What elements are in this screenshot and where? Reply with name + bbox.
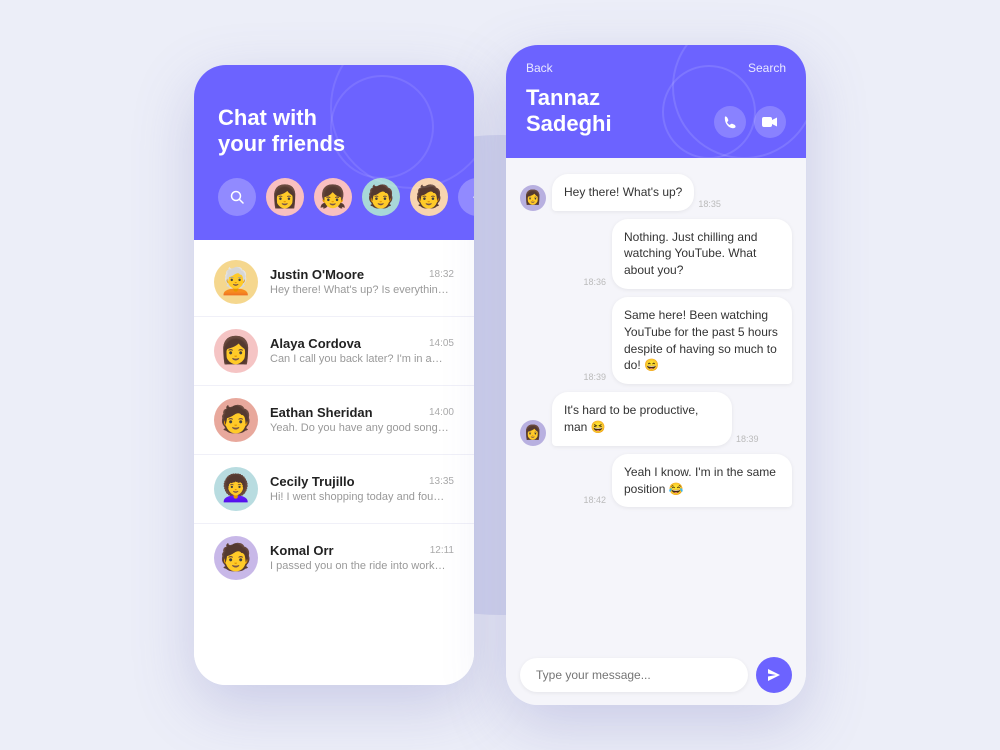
message-row: 18:36 Nothing. Just chilling and watchin… [520,219,792,289]
chat-avatar-eathan: 🧑 [214,398,258,442]
chat-name-row: Eathan Sheridan 14:00 [270,405,454,420]
chat-info-cecily: Cecily Trujillo 13:35 Hi! I went shoppin… [270,474,454,503]
chat-preview: I passed you on the ride into work… [270,560,454,572]
message-row: 18:39 Same here! Been watching YouTube f… [520,297,792,384]
messages-area: 👩 Hey there! What's up? 18:35 18:36 Noth… [506,158,806,645]
msg-avatar: 👩 [520,185,546,211]
message-input[interactable] [520,658,748,692]
message-row: 👩 Hey there! What's up? 18:35 [520,174,792,211]
message-time: 18:36 [583,277,606,287]
chat-name: Komal Orr [270,543,334,558]
message-text: Hey there! What's up? [564,185,682,199]
chat-name: Justin O'Moore [270,267,364,282]
chat-info-komal: Komal Orr 12:11 I passed you on the ride… [270,543,454,572]
chat-preview: Can I call you back later? I'm in a… [270,353,454,365]
phone-call-button[interactable] [714,106,746,138]
chat-item[interactable]: 👩‍🦱 Cecily Trujillo 13:35 Hi! I went sho… [194,455,474,524]
story-avatar-more[interactable]: + [458,178,474,216]
chat-avatar-justin: 🧑‍🦳 [214,260,258,304]
msg-avatar: 👩 [520,420,546,446]
contact-actions [714,106,786,138]
story-avatar-1[interactable]: 👩 [266,178,304,216]
message-text: Same here! Been watching YouTube for the… [624,308,778,372]
chat-name-row: Alaya Cordova 14:05 [270,336,454,351]
chat-avatar-komal: 🧑 [214,536,258,580]
message-bubble: It's hard to be productive, man 😆 [552,392,732,446]
contact-name: Tannaz Sadeghi [526,85,612,138]
msg-meta: It's hard to be productive, man 😆 18:39 [552,392,759,446]
message-text: It's hard to be productive, man 😆 [564,403,698,434]
contact-name-line1: Tannaz [526,85,600,110]
chat-info-eathan: Eathan Sheridan 14:00 Yeah. Do you have … [270,405,454,434]
chat-avatar-alaya: 👩 [214,329,258,373]
message-time: 18:42 [583,495,606,505]
chat-name-row: Cecily Trujillo 13:35 [270,474,454,489]
story-avatar-4[interactable]: 🧑 [410,178,448,216]
chat-preview: Hey there! What's up? Is everything… [270,284,454,296]
title-line1: Chat with [218,105,317,130]
message-bubble: Hey there! What's up? [552,174,694,211]
chat-time: 14:05 [429,338,454,349]
video-call-button[interactable] [754,106,786,138]
message-time: 18:35 [698,199,721,209]
message-text: Nothing. Just chilling and watching YouT… [624,230,757,278]
message-row: 18:42 Yeah I know. I'm in the same posit… [520,454,792,508]
chat-preview: Hi! I went shopping today and fou… [270,491,454,503]
phone1-title: Chat with your friends [218,105,450,158]
chat-name: Alaya Cordova [270,336,361,351]
message-time: 18:39 [583,372,606,382]
phone2-header: Back Search Tannaz Sadeghi [506,45,806,158]
send-button[interactable] [756,657,792,693]
message-bubble: Yeah I know. I'm in the same position 😂 [612,454,792,508]
chat-item[interactable]: 🧑 Eathan Sheridan 14:00 Yeah. Do you hav… [194,386,474,455]
chat-list-phone: Chat with your friends 👩 👧 🧑 🧑 + � [194,65,474,685]
chat-info-alaya: Alaya Cordova 14:05 Can I call you back … [270,336,454,365]
chat-input-area [506,645,806,705]
title-line2: your friends [218,131,345,156]
chat-conversation-phone: Back Search Tannaz Sadeghi [506,45,806,705]
chat-time: 13:35 [429,476,454,487]
header-contact-row: Tannaz Sadeghi [526,85,786,138]
header-nav: Back Search [526,61,786,75]
search-story-button[interactable] [218,178,256,216]
chat-item[interactable]: 🧑‍🦳 Justin O'Moore 18:32 Hey there! What… [194,248,474,317]
chat-name: Eathan Sheridan [270,405,373,420]
story-row: 👩 👧 🧑 🧑 + [218,178,450,216]
phone1-header: Chat with your friends 👩 👧 🧑 🧑 + [194,65,474,240]
msg-meta: Hey there! What's up? 18:35 [552,174,721,211]
chat-time: 14:00 [429,407,454,418]
contact-name-line2: Sadeghi [526,111,612,136]
message-time: 18:39 [736,434,759,444]
chat-info-justin: Justin O'Moore 18:32 Hey there! What's u… [270,267,454,296]
chat-avatar-cecily: 👩‍🦱 [214,467,258,511]
chat-item[interactable]: 🧑 Komal Orr 12:11 I passed you on the ri… [194,524,474,592]
message-bubble: Nothing. Just chilling and watching YouT… [612,219,792,289]
chat-list: 🧑‍🦳 Justin O'Moore 18:32 Hey there! What… [194,240,474,685]
back-button[interactable]: Back [526,61,553,75]
chat-preview: Yeah. Do you have any good song… [270,422,454,434]
chat-name: Cecily Trujillo [270,474,355,489]
chat-name-row: Komal Orr 12:11 [270,543,454,558]
message-row: 👩 It's hard to be productive, man 😆 18:3… [520,392,792,446]
chat-time: 12:11 [430,545,454,556]
message-text: Yeah I know. I'm in the same position 😂 [624,465,776,496]
phones-container: Chat with your friends 👩 👧 🧑 🧑 + � [194,45,806,705]
search-button[interactable]: Search [748,61,786,75]
story-avatar-2[interactable]: 👧 [314,178,352,216]
chat-name-row: Justin O'Moore 18:32 [270,267,454,282]
story-avatar-3[interactable]: 🧑 [362,178,400,216]
chat-time: 18:32 [429,269,454,280]
chat-item[interactable]: 👩 Alaya Cordova 14:05 Can I call you bac… [194,317,474,386]
message-bubble: Same here! Been watching YouTube for the… [612,297,792,384]
